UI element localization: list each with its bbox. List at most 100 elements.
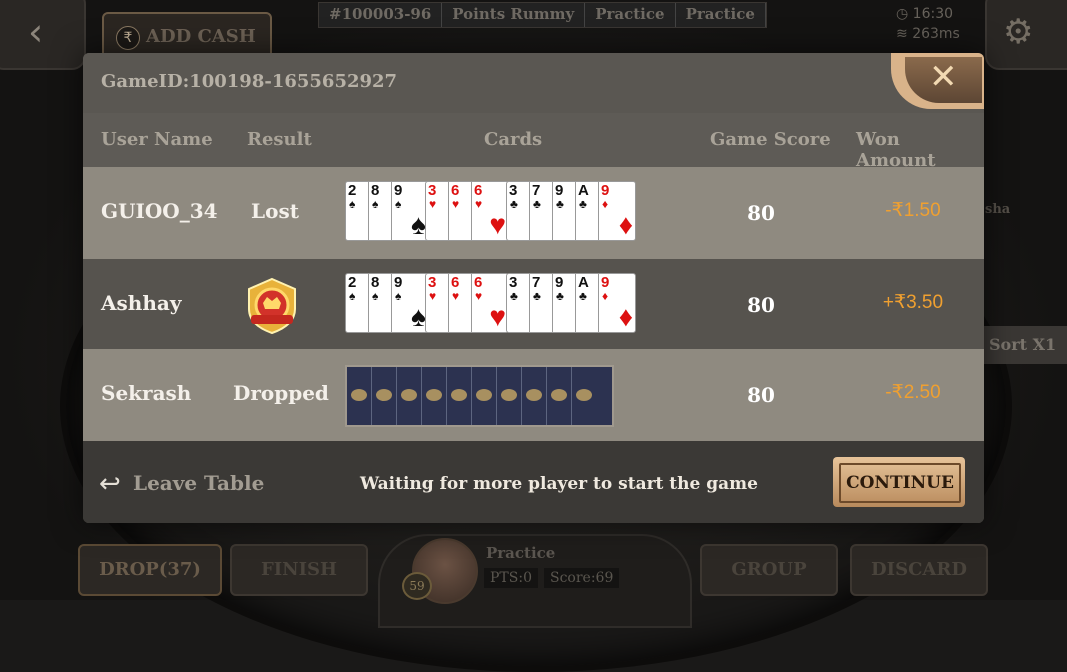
- card-suit-large-icon: ♠: [411, 301, 426, 332]
- settings-button[interactable]: ⚙: [985, 0, 1067, 70]
- chevron-left-icon: ‹: [28, 10, 44, 54]
- group-button[interactable]: GROUP: [700, 544, 838, 596]
- game-score: 80: [747, 293, 775, 317]
- card-back-emblem-icon: [426, 389, 442, 401]
- card-suit-icon: ♥: [429, 289, 437, 303]
- playing-card: 3 ♥: [425, 273, 448, 333]
- player-stats: PTS:0 Score:69: [484, 568, 620, 588]
- won-amount: -₹2.50: [885, 382, 941, 403]
- leave-arrow-icon[interactable]: ↩: [99, 469, 121, 499]
- table-row: Ashhay 2 ♠ 8 ♠ 9 ♠ ♠ 3 ♥ 6 ♥ 6 ♥ ♥ 3 ♣ 7 ♣ 9 ♣ A ♣ 9 ♦ ♦ 80 +₹3.…: [83, 259, 984, 351]
- wifi-icon: ≋: [896, 26, 908, 42]
- card-suit-icon: ♠: [349, 289, 356, 303]
- card-suit-large-icon: ♥: [489, 301, 506, 332]
- player-name: Practice: [486, 544, 556, 562]
- card-suit-icon: ♣: [533, 289, 541, 303]
- card-suit-icon: ♥: [429, 197, 437, 211]
- card-back-emblem-icon: [526, 389, 542, 401]
- discard-button[interactable]: DISCARD: [850, 544, 988, 596]
- player-points: PTS:0: [484, 568, 538, 588]
- card-suit-icon: ♠: [372, 289, 379, 303]
- playing-card: 7 ♣: [529, 273, 552, 333]
- card-suit-icon: ♣: [579, 197, 587, 211]
- playing-card: 3 ♣: [506, 273, 529, 333]
- game-score: 80: [747, 383, 775, 407]
- dialog-footer: ↩ Leave Table Waiting for more player to…: [83, 441, 984, 523]
- playing-card: 6 ♥ ♥: [471, 273, 509, 333]
- playing-card: 6 ♥ ♥: [471, 181, 509, 241]
- card-group: 3 ♣ 7 ♣ 9 ♣ A ♣ 9 ♦ ♦: [506, 181, 636, 241]
- card-back: [372, 367, 397, 425]
- won-amount: +₹3.50: [882, 292, 944, 313]
- card-suit-large-icon: ♦: [618, 209, 633, 240]
- playing-card: 7 ♣: [529, 181, 552, 241]
- game-mode-2: Practice: [676, 3, 766, 27]
- card-back-emblem-icon: [401, 389, 417, 401]
- drop-button[interactable]: DROP(37): [78, 544, 222, 596]
- card-back: [547, 367, 572, 425]
- user-name: GUIOO_34: [101, 199, 218, 223]
- table-id: #100003-96: [319, 3, 443, 27]
- card-suit-icon: ♠: [372, 197, 379, 211]
- card-group: 3 ♥ 6 ♥ 6 ♥ ♥: [425, 181, 509, 241]
- col-cards: Cards: [484, 129, 543, 150]
- card-back-emblem-icon: [476, 389, 492, 401]
- card-group: 3 ♣ 7 ♣ 9 ♣ A ♣ 9 ♦ ♦: [506, 273, 636, 333]
- card-suit-icon: ♣: [556, 197, 564, 211]
- close-icon[interactable]: ✕: [929, 57, 958, 97]
- dialog-header: GameID:100198-1655652927: [83, 53, 984, 113]
- card-back: [522, 367, 547, 425]
- playing-card: 9 ♦ ♦: [598, 273, 636, 333]
- card-group: 3 ♥ 6 ♥ 6 ♥ ♥: [425, 273, 509, 333]
- card-back: [447, 367, 472, 425]
- playing-card: 6 ♥: [448, 273, 471, 333]
- card-suit-large-icon: ♥: [489, 209, 506, 240]
- playing-card: 9 ♠ ♠: [391, 273, 429, 333]
- table-header: User Name Result Cards Game Score Won Am…: [83, 113, 984, 171]
- result-dialog: GameID:100198-1655652927 ✕ User Name Res…: [83, 53, 984, 523]
- card-suit-icon: ♠: [395, 197, 402, 211]
- dropped-card-backs: [345, 365, 614, 427]
- card-back-emblem-icon: [551, 389, 567, 401]
- add-cash-label: ADD CASH: [146, 26, 256, 47]
- clock-time: 16:30: [912, 6, 954, 22]
- game-info-bar: #100003-96 Points Rummy Practice Practic…: [318, 2, 767, 28]
- table-row: GUIOO_34 Lost 2 ♠ 8 ♠ 9 ♠ ♠ 3 ♥ 6 ♥ 6 ♥ ♥ 3 ♣ 7 ♣ 9 ♣ A ♣ 9 ♦ ♦ …: [83, 167, 984, 259]
- card-back-emblem-icon: [501, 389, 517, 401]
- playing-card: 9 ♣: [552, 181, 575, 241]
- rupee-icon: ₹: [116, 26, 140, 50]
- col-user-name: User Name: [101, 129, 213, 150]
- sort-button[interactable]: Sort X1: [983, 326, 1067, 364]
- col-game-score: Game Score: [710, 129, 831, 150]
- playing-card: 9 ♦ ♦: [598, 181, 636, 241]
- user-name: Sekrash: [101, 381, 192, 405]
- status-indicators: ◷ 16:30 ≋ 263ms: [896, 6, 960, 46]
- card-back: [422, 367, 447, 425]
- card-suit-large-icon: ♠: [411, 209, 426, 240]
- card-back: [572, 367, 612, 425]
- col-result: Result: [247, 129, 312, 150]
- card-suit-icon: ♣: [579, 289, 587, 303]
- card-suit-icon: ♠: [349, 197, 356, 211]
- game-mode: Practice: [585, 3, 676, 27]
- continue-button[interactable]: CONTINUE: [833, 457, 965, 507]
- card-back: [497, 367, 522, 425]
- col-won-amount: Won Amount: [856, 129, 936, 171]
- table-row: Sekrash Dropped 80 -₹2.50: [83, 349, 984, 441]
- playing-card: A ♣: [575, 181, 598, 241]
- waiting-message: Waiting for more player to start the gam…: [360, 474, 758, 494]
- game-score: 80: [747, 201, 775, 225]
- card-suit-icon: ♥: [475, 197, 483, 211]
- finish-button[interactable]: FINISH: [230, 544, 368, 596]
- playing-card: 8 ♠: [368, 273, 391, 333]
- card-suit-icon: ♦: [602, 289, 609, 303]
- playing-card: 3 ♥: [425, 181, 448, 241]
- leave-table-button[interactable]: Leave Table: [133, 471, 264, 495]
- card-suit-icon: ♣: [510, 197, 518, 211]
- card-group: 2 ♠ 8 ♠ 9 ♠ ♠: [345, 273, 429, 333]
- card-suit-icon: ♣: [510, 289, 518, 303]
- back-button[interactable]: ‹: [0, 0, 86, 70]
- playing-card: 2 ♠: [345, 181, 368, 241]
- card-back-emblem-icon: [376, 389, 392, 401]
- game-type: Points Rummy: [442, 3, 586, 27]
